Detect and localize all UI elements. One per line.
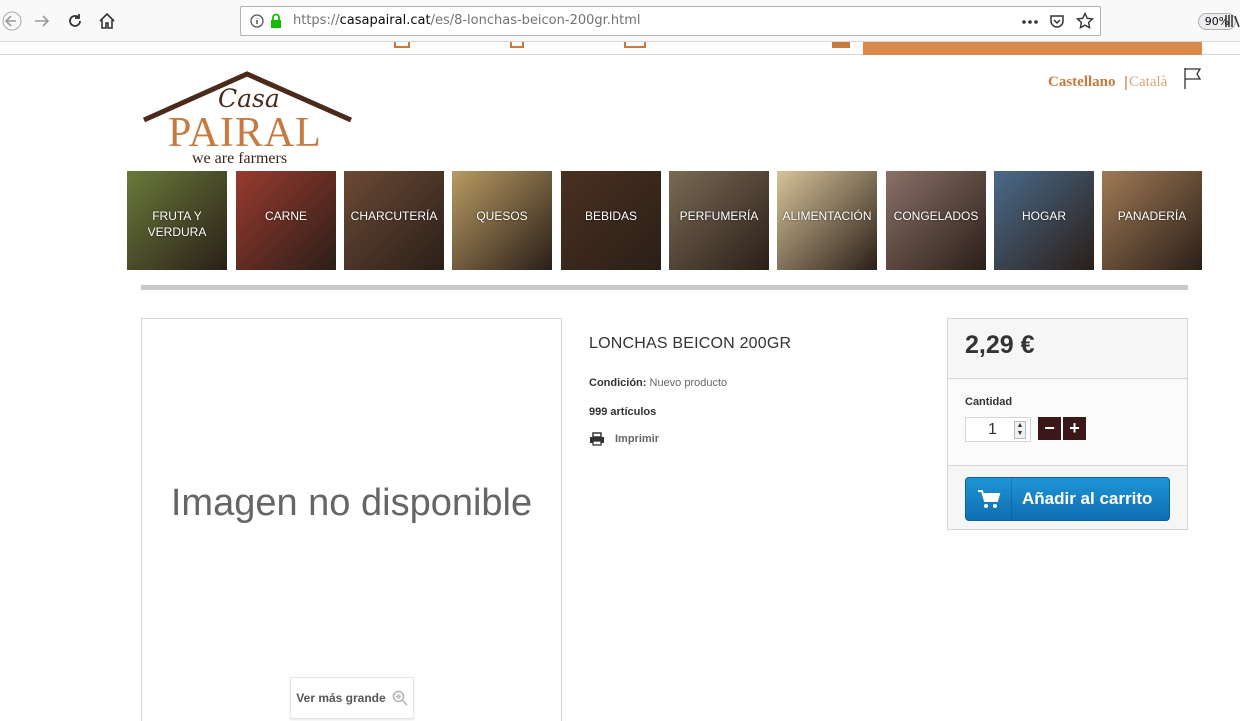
logo-tagline: we are farmers xyxy=(192,150,288,167)
shopping-cart-icon xyxy=(977,490,1000,508)
product-condition: Condición: Nuevo producto xyxy=(589,377,727,389)
language-catala[interactable]: Català xyxy=(1129,74,1167,91)
quantity-section: Cantidad 1 ▲ ▼ − + xyxy=(948,380,1187,466)
category-label: QUESOS xyxy=(476,209,528,223)
bookmark-star-icon[interactable] xyxy=(1076,12,1094,30)
site-logo[interactable]: Casa PAIRAL we are farmers xyxy=(140,70,355,170)
condition-value: Nuevo producto xyxy=(649,377,728,389)
view-larger-label: Ver más grande xyxy=(296,691,386,705)
top-nav-icon[interactable] xyxy=(394,42,410,48)
url-scheme: https:// xyxy=(293,13,340,28)
back-arrow-icon xyxy=(2,11,22,31)
top-nav-icon[interactable] xyxy=(832,42,850,48)
flag-icon[interactable] xyxy=(1183,66,1203,90)
quantity-decrease-button[interactable]: − xyxy=(1038,417,1061,440)
home-button[interactable] xyxy=(95,9,119,33)
quantity-label: Cantidad xyxy=(965,396,1013,408)
more-icon[interactable] xyxy=(1021,15,1039,29)
print-link[interactable]: Imprimir xyxy=(589,432,659,446)
category-tile[interactable]: HOGAR xyxy=(994,171,1094,270)
forward-button[interactable] xyxy=(30,9,54,33)
product-image-box[interactable]: Imagen no disponible Ver más grande xyxy=(141,318,562,721)
category-tile[interactable]: PANADERÍA xyxy=(1102,171,1202,270)
product-title: LONCHAS BEICON 200GR xyxy=(589,335,792,352)
quantity-increase-button[interactable]: + xyxy=(1063,417,1086,440)
condition-label: Condición: xyxy=(589,377,647,389)
category-tile[interactable]: FRUTA Y VERDURA xyxy=(127,171,227,270)
section-divider xyxy=(141,285,1188,290)
zoom-in-icon xyxy=(392,690,408,706)
product-price: 2,29 € xyxy=(965,331,1035,359)
category-label: CONGELADOS xyxy=(893,209,979,223)
pocket-icon[interactable] xyxy=(1049,13,1065,29)
top-nav-icon[interactable] xyxy=(510,42,524,48)
add-to-cart-label: Añadir al carrito xyxy=(1022,489,1153,508)
add-to-cart-button[interactable]: Añadir al carrito xyxy=(965,477,1170,521)
home-icon xyxy=(99,12,115,29)
price-section: 2,29 € xyxy=(948,319,1187,379)
url-path: /es/8-lonchas-beicon-200gr.html xyxy=(430,13,641,28)
cart-icon-wrap xyxy=(966,478,1012,520)
category-label: PERFUMERÍA xyxy=(679,209,759,223)
category-tile[interactable]: CONGELADOS xyxy=(886,171,986,270)
forward-arrow-icon xyxy=(35,15,50,27)
view-larger-button[interactable]: Ver más grande xyxy=(290,677,414,719)
category-tile[interactable]: QUESOS xyxy=(452,171,552,270)
buy-box: 2,29 € Cantidad 1 ▲ ▼ − + Añadir al carri… xyxy=(947,318,1188,530)
category-tile[interactable]: CHARCUTERÍA xyxy=(344,171,444,270)
printer-icon xyxy=(590,432,604,446)
category-label: ALIMENTACIÓN xyxy=(782,209,872,223)
url-bar[interactable]: https://casapairal.cat/es/8-lonchas-beic… xyxy=(240,6,1236,36)
category-label: FRUTA Y VERDURA xyxy=(147,209,207,239)
info-icon[interactable] xyxy=(250,14,264,28)
category-tile[interactable]: ALIMENTACIÓN xyxy=(777,171,877,270)
url-text[interactable]: https://casapairal.cat/es/8-lonchas-beic… xyxy=(293,13,641,28)
category-label: BEBIDAS xyxy=(584,209,638,223)
category-tile[interactable]: CARNE xyxy=(236,171,336,270)
stock-quantity: 999 artículos xyxy=(589,406,657,418)
category-tile[interactable]: PERFUMERÍA xyxy=(669,171,769,270)
browser-toolbar: https://casapairal.cat/es/8-lonchas-beic… xyxy=(0,0,1240,42)
reload-icon xyxy=(69,14,81,27)
orange-header-tab[interactable] xyxy=(863,42,1202,55)
category-label: CHARCUTERÍA xyxy=(350,209,438,223)
logo-pairal: PAIRAL xyxy=(168,110,322,156)
category-tile[interactable]: BEBIDAS xyxy=(561,171,661,270)
back-button[interactable] xyxy=(0,9,24,33)
library-icon[interactable] xyxy=(1225,14,1240,28)
cart-section: Añadir al carrito xyxy=(948,467,1187,529)
language-castellano[interactable]: Castellano xyxy=(1048,74,1116,91)
category-label: PANADERÍA xyxy=(1117,209,1187,223)
image-unavailable-text: Imagen no disponible xyxy=(170,482,533,524)
category-label: CARNE xyxy=(264,209,307,223)
language-separator: | xyxy=(1124,74,1128,91)
lock-icon xyxy=(271,13,281,28)
reload-button[interactable] xyxy=(63,9,87,33)
print-label: Imprimir xyxy=(615,433,660,445)
category-label: HOGAR xyxy=(1021,209,1066,223)
quantity-spinner[interactable]: ▲ ▼ xyxy=(1014,421,1026,439)
mail-icon[interactable] xyxy=(624,42,646,48)
logo-casa: Casa xyxy=(218,84,280,113)
url-host: casapairal.cat xyxy=(339,13,431,28)
